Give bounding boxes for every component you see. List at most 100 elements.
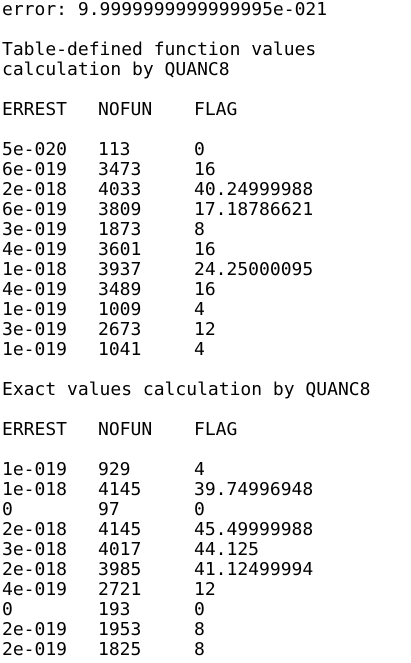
cell-nofun: 1953 — [98, 619, 142, 640]
table-row: 4e-019 3601 16 — [2, 240, 411, 260]
cell-nofun: 3489 — [98, 279, 142, 300]
cell-flag: 8 — [194, 639, 205, 660]
console-window: { "error_line": "error: 9.99999999999999… — [0, 0, 411, 663]
cell-flag: 4 — [194, 459, 205, 480]
section1-table: 5e-020 113 0 6e-019 3473 16 2e-018 4033 40.24999… — [2, 140, 411, 360]
cell-errest: 2e-018 — [2, 559, 68, 580]
cell-flag: 16 — [194, 239, 216, 260]
cell-errest: 5e-020 — [2, 139, 68, 160]
table-row: 1e-018 3937 24.25000095 — [2, 260, 411, 280]
table-row: 2e-019 1825 8 — [2, 640, 411, 660]
cell-flag: 12 — [194, 579, 216, 600]
cell-flag: 41.12499994 — [194, 559, 314, 580]
cell-errest: 4e-019 — [2, 579, 68, 600]
header-errest: ERREST — [2, 419, 68, 440]
cell-nofun: 1825 — [98, 639, 142, 660]
table-row: 6e-019 3809 17.18786621 — [2, 200, 411, 220]
section2-table: 1e-019 929 4 1e-018 4145 39.74996948 0 97 0 2e-01… — [2, 460, 411, 660]
header-flag: FLAG — [194, 419, 238, 440]
error-line: error: 9.9999999999999995e-021 — [2, 0, 328, 20]
cell-nofun: 1873 — [98, 219, 142, 240]
cell-nofun: 4145 — [98, 479, 142, 500]
cell-nofun: 1041 — [98, 339, 142, 360]
section2-header-row: ERREST NOFUN FLAG — [2, 420, 411, 440]
header-nofun: NOFUN — [98, 99, 153, 120]
cell-flag: 40.24999988 — [194, 179, 314, 200]
header-errest: ERREST — [2, 99, 68, 120]
cell-flag: 0 — [194, 139, 205, 160]
table-row: 2e-019 1953 8 — [2, 620, 411, 640]
cell-errest: 4e-019 — [2, 279, 68, 300]
table-row: 3e-018 4017 44.125 — [2, 540, 411, 560]
cell-flag: 45.49999988 — [194, 519, 314, 540]
cell-errest: 0 — [2, 499, 13, 520]
cell-errest: 2e-018 — [2, 179, 68, 200]
table-row: 0 97 0 — [2, 500, 411, 520]
cell-flag: 16 — [194, 159, 216, 180]
cell-nofun: 3601 — [98, 239, 142, 260]
cell-errest: 1e-019 — [2, 339, 68, 360]
cell-errest: 1e-019 — [2, 459, 68, 480]
cell-errest: 1e-018 — [2, 479, 68, 500]
cell-nofun: 113 — [98, 139, 131, 160]
cell-nofun: 193 — [98, 599, 131, 620]
cell-errest: 3e-019 — [2, 319, 68, 340]
table-row: 0 193 0 — [2, 600, 411, 620]
cell-flag: 8 — [194, 619, 205, 640]
table-row: 4e-019 3489 16 — [2, 280, 411, 300]
table-row: 6e-019 3473 16 — [2, 160, 411, 180]
cell-nofun: 3809 — [98, 199, 142, 220]
cell-nofun: 97 — [98, 499, 120, 520]
cell-errest: 4e-019 — [2, 239, 68, 260]
cell-nofun: 3473 — [98, 159, 142, 180]
cell-nofun: 2673 — [98, 319, 142, 340]
cell-errest: 0 — [2, 599, 13, 620]
table-row: 1e-019 1041 4 — [2, 340, 411, 360]
table-row: 3e-019 2673 12 — [2, 320, 411, 340]
header-nofun: NOFUN — [98, 419, 153, 440]
cell-errest: 6e-019 — [2, 159, 68, 180]
table-row: 4e-019 2721 12 — [2, 580, 411, 600]
cell-errest: 1e-019 — [2, 299, 68, 320]
cell-flag: 4 — [194, 299, 205, 320]
cell-nofun: 929 — [98, 459, 131, 480]
section1-header-row: ERREST NOFUN FLAG — [2, 100, 411, 120]
cell-nofun: 4033 — [98, 179, 142, 200]
table-row: 2e-018 3985 41.12499994 — [2, 560, 411, 580]
cell-errest: 1e-018 — [2, 259, 68, 280]
cell-flag: 0 — [194, 599, 205, 620]
cell-nofun: 4145 — [98, 519, 142, 540]
header-flag: FLAG — [194, 99, 238, 120]
cell-flag: 12 — [194, 319, 216, 340]
table-row: 1e-019 929 4 — [2, 460, 411, 480]
cell-flag: 24.25000095 — [194, 259, 314, 280]
section2-title: Exact values calculation by QUANC8 — [2, 379, 371, 400]
cell-nofun: 3937 — [98, 259, 142, 280]
cell-nofun: 2721 — [98, 579, 142, 600]
console-output: error: 9.9999999999999995e-021 Table-def… — [2, 0, 411, 660]
cell-flag: 4 — [194, 339, 205, 360]
cell-errest: 6e-019 — [2, 199, 68, 220]
cell-errest: 2e-019 — [2, 639, 68, 660]
table-row: 1e-018 4145 39.74996948 — [2, 480, 411, 500]
cell-errest: 2e-019 — [2, 619, 68, 640]
table-row: 1e-019 1009 4 — [2, 300, 411, 320]
table-row: 2e-018 4145 45.49999988 — [2, 520, 411, 540]
cell-flag: 16 — [194, 279, 216, 300]
cell-flag: 17.18786621 — [194, 199, 314, 220]
cell-nofun: 4017 — [98, 539, 142, 560]
cell-flag: 0 — [194, 499, 205, 520]
cell-flag: 8 — [194, 219, 205, 240]
section1-title-line1: Table-defined function values — [2, 39, 317, 60]
cell-flag: 44.125 — [194, 539, 260, 560]
cell-errest: 2e-018 — [2, 519, 68, 540]
table-row: 2e-018 4033 40.24999988 — [2, 180, 411, 200]
table-row: 5e-020 113 0 — [2, 140, 411, 160]
cell-errest: 3e-019 — [2, 219, 68, 240]
